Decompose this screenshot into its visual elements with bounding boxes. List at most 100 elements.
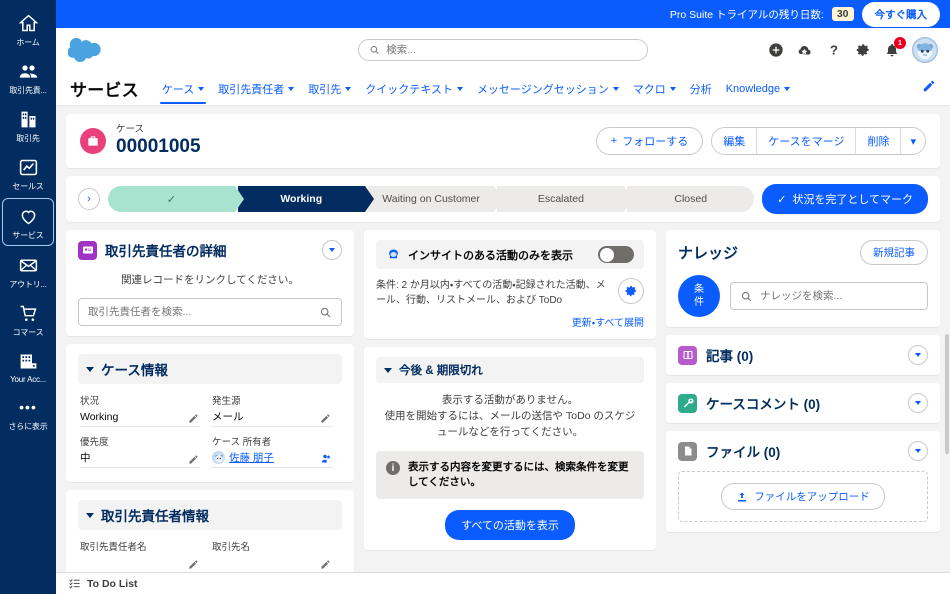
refresh-link[interactable]: 更新 bbox=[572, 318, 592, 329]
knowledge-filter-button[interactable]: 条 件 bbox=[678, 275, 720, 317]
contact-lookup[interactable] bbox=[78, 298, 342, 326]
sidebar-item-more[interactable]: ••• さらに表示 bbox=[2, 390, 54, 436]
tab-contacts[interactable]: 取引先責任者 bbox=[211, 73, 301, 104]
tab-accounts[interactable]: 取引先 bbox=[301, 73, 358, 104]
outreach-envelope-icon bbox=[17, 254, 39, 276]
owner-avatar bbox=[212, 451, 225, 464]
field-case-owner: ケース 所有者 佐藤 朋子 bbox=[210, 431, 342, 472]
case-comments-collapse-button[interactable] bbox=[908, 393, 928, 413]
tab-messaging-sessions[interactable]: メッセージングセッション bbox=[470, 73, 626, 104]
global-search[interactable] bbox=[358, 39, 648, 61]
files-collapse-button[interactable] bbox=[908, 441, 928, 461]
mark-status-complete-button[interactable]: ✓ 状況を完了としてマーク bbox=[762, 184, 928, 214]
sidebar-item-home[interactable]: ホーム bbox=[2, 6, 54, 52]
path-step-working[interactable]: Working bbox=[237, 186, 374, 212]
more-actions-dropdown[interactable]: ▾ bbox=[901, 128, 925, 154]
field-value-status: Working bbox=[80, 410, 119, 423]
sidebar-label-outreach: アウトリ... bbox=[9, 280, 47, 289]
upcoming-section-header[interactable]: 今後 & 期限切れ bbox=[376, 357, 644, 383]
path-expand-toggle[interactable]: › bbox=[78, 188, 100, 210]
tab-macros[interactable]: マクロ bbox=[626, 73, 683, 104]
show-all-activities-button[interactable]: すべての活動を表示 bbox=[445, 510, 575, 540]
tab-cases[interactable]: ケース bbox=[155, 73, 211, 104]
edit-pencil-icon[interactable] bbox=[320, 557, 332, 569]
change-owner-icon[interactable] bbox=[320, 452, 332, 464]
sidebar-item-contacts[interactable]: 取引先責... bbox=[2, 54, 54, 100]
middle-column: インサイトのある活動のみを表示 条件: 2 か月以内・すべての活動・記録された活… bbox=[364, 230, 656, 550]
sidebar-item-outreach[interactable]: アウトリ... bbox=[2, 248, 54, 294]
page-scrollbar[interactable] bbox=[945, 334, 949, 454]
chevron-down-icon bbox=[288, 87, 295, 91]
search-icon bbox=[320, 307, 331, 317]
utility-label-todo-list: To Do List bbox=[87, 577, 138, 590]
help-icon[interactable]: ? bbox=[825, 41, 843, 59]
knowledge-search[interactable] bbox=[730, 282, 928, 310]
edit-pencil-icon[interactable] bbox=[188, 452, 200, 464]
file-icon bbox=[678, 441, 697, 461]
case-comments-related-list: ケースコメント (0) bbox=[666, 383, 940, 423]
insights-toggle-switch[interactable] bbox=[598, 246, 634, 263]
path-step-waiting-on-customer[interactable]: Waiting on Customer bbox=[367, 186, 504, 212]
user-avatar[interactable] bbox=[912, 37, 938, 63]
sidebar-item-your-account[interactable]: Your Acc... bbox=[2, 344, 54, 388]
sidebar-item-sales[interactable]: セールス bbox=[2, 150, 54, 196]
setup-gear-icon[interactable] bbox=[854, 41, 872, 59]
sidebar-item-accounts[interactable]: 取引先 bbox=[2, 102, 54, 148]
plus-icon[interactable] bbox=[767, 41, 785, 59]
edit-pencil-icon[interactable] bbox=[188, 411, 200, 423]
sidebar-item-commerce[interactable]: コマース bbox=[2, 296, 54, 342]
edit-nav-pencil-icon[interactable] bbox=[922, 79, 936, 98]
left-column: 取引先責任者の詳細 関連レコードをリンクしてください。 ケース情報 bbox=[66, 230, 354, 587]
field-origin: 発生源 メール bbox=[210, 390, 342, 431]
contact-search-input[interactable] bbox=[88, 306, 313, 318]
knowledge-search-input[interactable] bbox=[760, 290, 918, 302]
expand-all-link[interactable]: すべて展開 bbox=[595, 318, 644, 329]
buy-now-button[interactable]: 今すぐ購入 bbox=[861, 1, 940, 27]
file-dropzone[interactable]: ファイルをアップロード bbox=[678, 471, 928, 522]
follow-button[interactable]: + フォローする bbox=[595, 127, 704, 155]
articles-collapse-button[interactable] bbox=[908, 345, 928, 365]
notifications-bell-icon[interactable]: 1 bbox=[883, 37, 906, 59]
upload-files-button[interactable]: ファイルをアップロード bbox=[721, 483, 885, 510]
chevron-down-icon bbox=[456, 87, 463, 91]
chevron-down-icon bbox=[86, 366, 94, 372]
chevron-down-icon bbox=[384, 367, 392, 373]
upload-icon bbox=[738, 492, 747, 501]
utility-item-todo-list[interactable]: To Do List bbox=[68, 577, 138, 590]
path-step-escalated[interactable]: Escalated bbox=[497, 186, 634, 212]
field-label-priority: 優先度 bbox=[80, 437, 109, 448]
global-search-input[interactable] bbox=[386, 44, 637, 56]
tab-label-messaging-sessions: メッセージングセッション bbox=[476, 84, 609, 96]
sidebar-item-service[interactable]: サービス bbox=[2, 198, 54, 246]
tab-analytics[interactable]: 分析 bbox=[683, 73, 719, 104]
edit-pencil-icon[interactable] bbox=[188, 557, 200, 569]
show-all-activities-wrap: すべての活動を表示 bbox=[376, 510, 644, 540]
your-account-icon bbox=[17, 350, 39, 372]
knowledge-filter-line1: 条 bbox=[694, 284, 704, 295]
cloud-favorites-icon[interactable] bbox=[796, 41, 814, 59]
trial-message: Pro Suite トライアルの残り日数: bbox=[669, 8, 824, 21]
articles-title: 記事 (0) bbox=[706, 349, 754, 364]
path-step-completed[interactable]: ✓ bbox=[108, 186, 244, 212]
app-name[interactable]: サービス bbox=[70, 76, 139, 101]
field-value-case-owner[interactable]: 佐藤 朋子 bbox=[212, 450, 320, 465]
check-icon: ✓ bbox=[166, 193, 177, 206]
case-info-section-header[interactable]: ケース情報 bbox=[78, 354, 342, 384]
salesforce-cloud-logo[interactable] bbox=[67, 37, 106, 63]
field-account-name: 取引先名 bbox=[210, 536, 342, 577]
path-step-closed[interactable]: Closed bbox=[627, 186, 755, 212]
delete-button[interactable]: 削除 bbox=[856, 128, 902, 154]
contact-info-section-header[interactable]: 取引先責任者情報 bbox=[78, 500, 342, 530]
activity-settings-gear-icon[interactable] bbox=[618, 278, 644, 304]
todo-list-icon bbox=[69, 579, 80, 589]
tab-knowledge[interactable]: Knowledge bbox=[719, 75, 797, 102]
edit-pencil-icon[interactable] bbox=[320, 411, 332, 423]
tab-quick-text[interactable]: クイックテキスト bbox=[358, 73, 470, 104]
edit-button[interactable]: 編集 bbox=[712, 128, 758, 154]
contact-link-hint: 関連レコードをリンクしてください。 bbox=[121, 274, 299, 286]
sidebar-label-more: さらに表示 bbox=[8, 422, 48, 431]
new-article-button[interactable]: 新規記事 bbox=[860, 240, 928, 265]
merge-cases-button[interactable]: ケースをマージ bbox=[757, 128, 857, 154]
follow-label: フォローする bbox=[622, 136, 689, 148]
contact-details-collapse-button[interactable] bbox=[322, 240, 342, 260]
